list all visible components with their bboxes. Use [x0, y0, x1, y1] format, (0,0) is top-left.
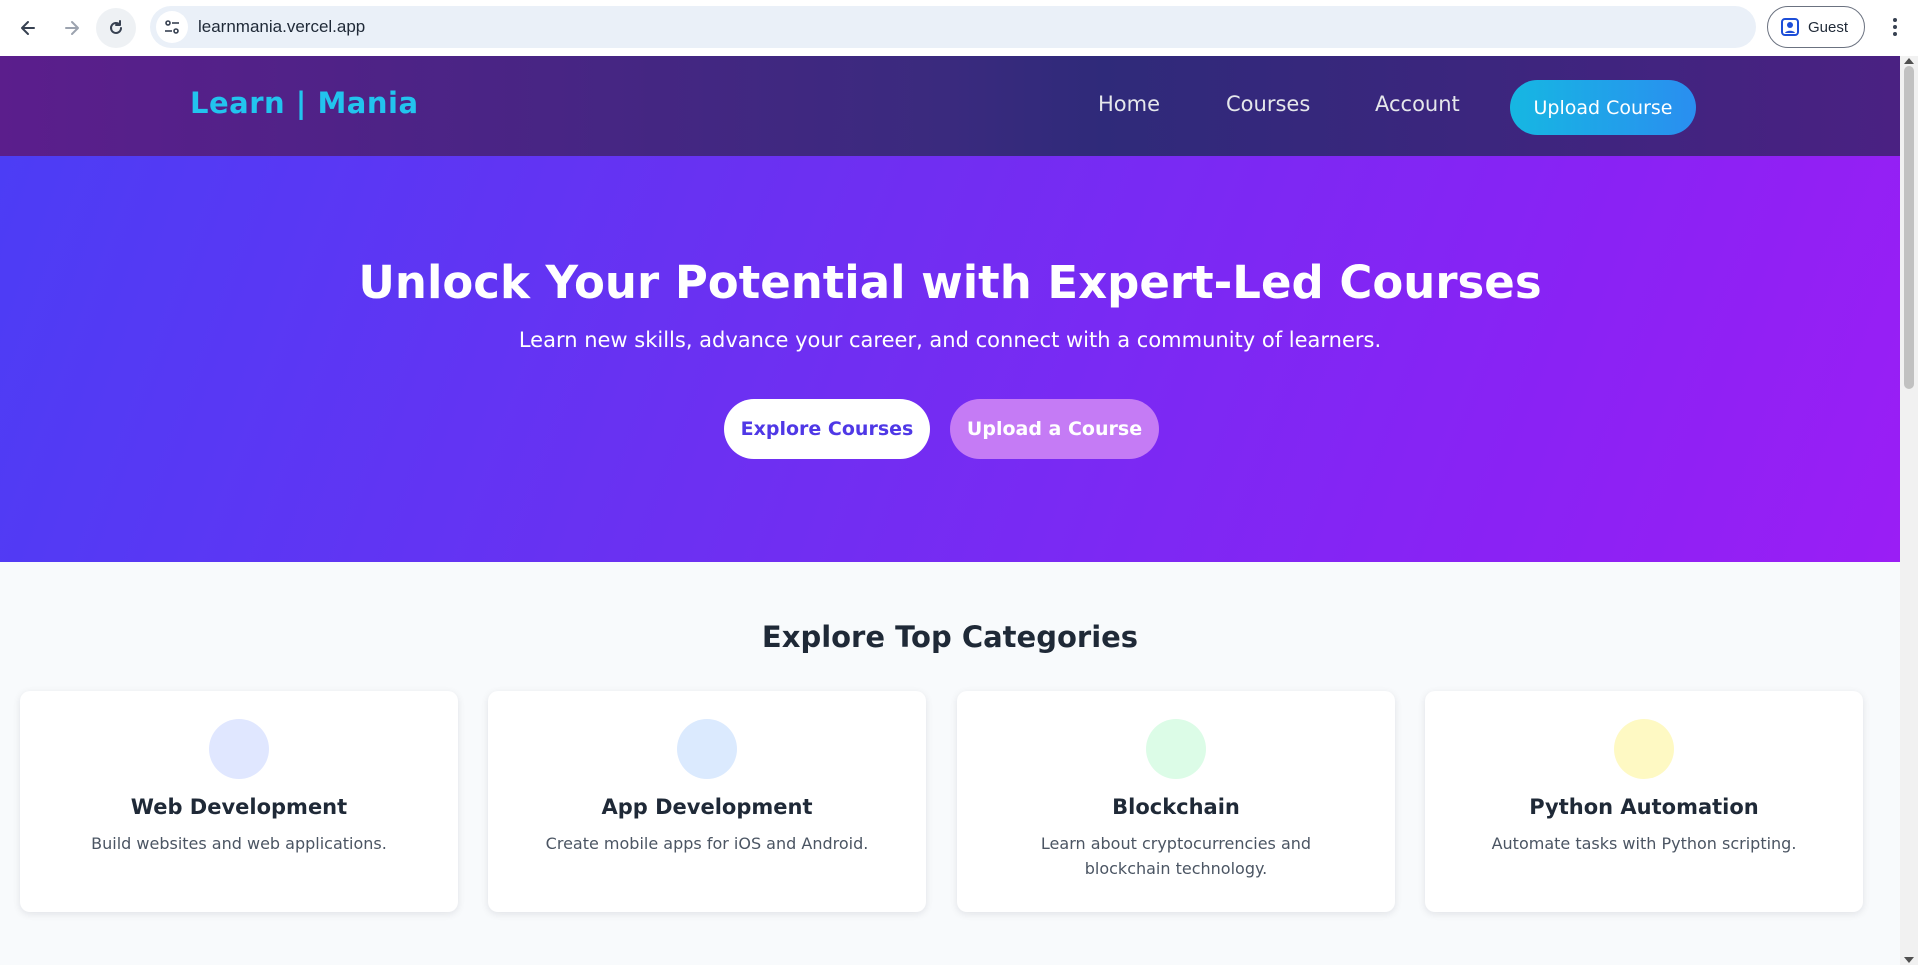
- nav-link-account[interactable]: Account: [1375, 92, 1460, 116]
- scrollbar-thumb[interactable]: [1904, 66, 1914, 389]
- category-description: Learn about cryptocurrencies and blockch…: [1040, 834, 1312, 878]
- profile-label: Guest: [1808, 18, 1849, 36]
- forward-arrow-icon[interactable]: [52, 8, 92, 48]
- more-menu-icon[interactable]: [1880, 12, 1910, 42]
- site-logo[interactable]: Learn | Mania: [190, 86, 419, 120]
- hero-title: Unlock Your Potential with Expert-Led Co…: [358, 256, 1542, 309]
- profile-icon: [1781, 18, 1799, 36]
- category-description: Automate tasks with Python scripting.: [1491, 834, 1797, 853]
- category-name: App Development: [601, 795, 813, 819]
- address-bar[interactable]: learnmania.vercel.app: [150, 6, 1756, 48]
- category-icon: [677, 719, 737, 779]
- profile-button[interactable]: Guest: [1767, 6, 1865, 48]
- url-text: learnmania.vercel.app: [198, 17, 366, 36]
- nav-link-courses[interactable]: Courses: [1226, 92, 1310, 116]
- site-header: Learn | Mania Home Courses Account Uploa…: [0, 56, 1900, 156]
- explore-courses-button[interactable]: Explore Courses: [724, 399, 930, 459]
- hero-section: Unlock Your Potential with Expert-Led Co…: [0, 156, 1900, 562]
- hero-subtitle: Learn new skills, advance your career, a…: [518, 328, 1382, 352]
- page-scrollbar[interactable]: [1900, 56, 1918, 965]
- category-name: Blockchain: [1112, 795, 1240, 819]
- category-description: Build websites and web applications.: [91, 834, 387, 853]
- category-icon: [209, 719, 269, 779]
- back-arrow-icon[interactable]: [8, 8, 48, 48]
- reload-icon[interactable]: [96, 8, 136, 48]
- categories-title: Explore Top Categories: [761, 620, 1139, 654]
- category-card-blockchain[interactable]: Blockchain Learn about cryptocurrencies …: [957, 691, 1395, 912]
- page-viewport: Learn | Mania Home Courses Account Uploa…: [0, 56, 1900, 965]
- category-card-app-development[interactable]: App Development Create mobile apps for i…: [488, 691, 926, 912]
- category-icon: [1146, 719, 1206, 779]
- category-card-python-automation[interactable]: Python Automation Automate tasks with Py…: [1425, 691, 1863, 912]
- scroll-down-icon[interactable]: [1904, 957, 1914, 963]
- site-settings-icon[interactable]: [156, 11, 188, 43]
- category-name: Web Development: [130, 795, 348, 819]
- upload-a-course-button[interactable]: Upload a Course: [950, 399, 1159, 459]
- category-description: Create mobile apps for iOS and Android.: [545, 834, 869, 853]
- upload-course-button[interactable]: Upload Course: [1510, 80, 1696, 135]
- browser-toolbar: learnmania.vercel.app Guest: [0, 0, 1918, 56]
- scroll-up-icon[interactable]: [1904, 58, 1914, 64]
- category-icon: [1614, 719, 1674, 779]
- nav-link-home[interactable]: Home: [1098, 92, 1160, 116]
- category-card-web-development[interactable]: Web Development Build websites and web a…: [20, 691, 458, 912]
- category-name: Python Automation: [1529, 795, 1759, 819]
